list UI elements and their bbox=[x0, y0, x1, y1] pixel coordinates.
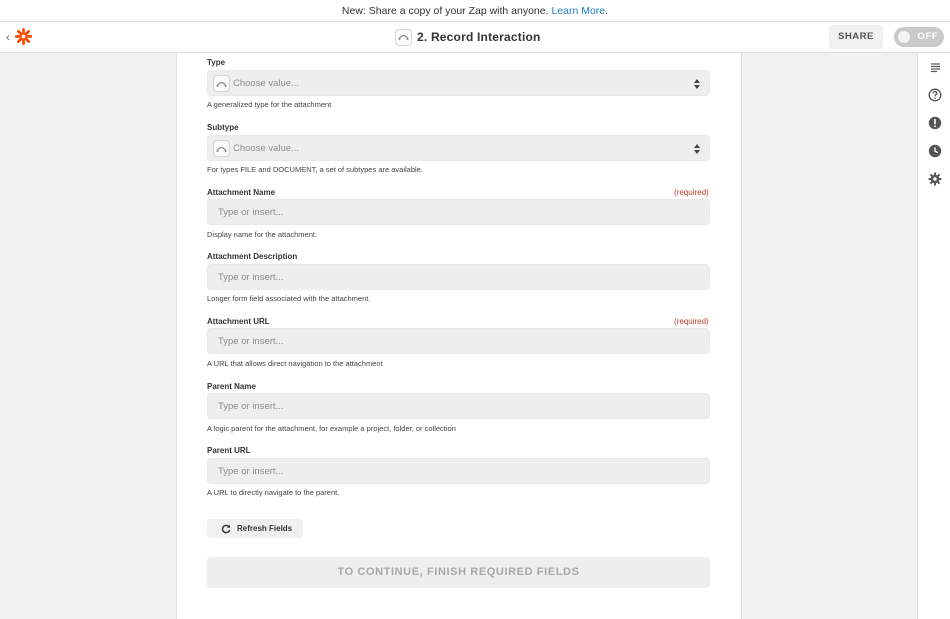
field-label-attachment-description: Attachment Description bbox=[207, 252, 298, 261]
editor-header: ‹ 2. Record Interaction SHARE OFF bbox=[0, 22, 950, 53]
share-button[interactable]: SHARE bbox=[829, 25, 883, 49]
notes-icon[interactable] bbox=[925, 57, 945, 77]
announcement-banner: New: Share a copy of your Zap with anyon… bbox=[0, 0, 950, 22]
app-icon bbox=[213, 140, 230, 157]
type-select-placeholder: Choose value... bbox=[233, 78, 300, 89]
type-select[interactable]: Choose value... bbox=[207, 70, 710, 96]
step-title-group: 2. Record Interaction bbox=[395, 27, 541, 47]
field-label-parent-url: Parent URL bbox=[207, 446, 251, 455]
field-help-type: A generalized type for the attachment bbox=[207, 100, 332, 109]
back-chevron-icon[interactable]: ‹ bbox=[6, 30, 10, 44]
zapier-logo[interactable] bbox=[15, 28, 32, 45]
banner-text: New: Share a copy of your Zap with anyon… bbox=[341, 5, 552, 17]
field-help-parent-url: A URL to directly navigate to the parent… bbox=[207, 488, 340, 497]
alert-icon[interactable] bbox=[925, 113, 945, 133]
zap-on-off-toggle[interactable]: OFF bbox=[894, 27, 944, 47]
step-title[interactable]: 2. Record Interaction bbox=[417, 30, 541, 44]
app-icon bbox=[213, 75, 230, 92]
attachment-name-input[interactable]: Type or insert... bbox=[207, 199, 710, 225]
attachment-description-input[interactable]: Type or insert... bbox=[207, 264, 710, 290]
field-label-subtype: Subtype bbox=[207, 123, 239, 132]
right-sidebar-rail bbox=[917, 53, 950, 619]
select-arrows-icon bbox=[694, 144, 700, 154]
continue-button[interactable]: TO CONTINUE, FINISH REQUIRED FIELDS bbox=[207, 557, 710, 588]
field-label-parent-name: Parent Name bbox=[207, 382, 256, 391]
select-arrows-icon bbox=[694, 79, 700, 89]
field-help-attachment-name: Display name for the attachment. bbox=[207, 230, 318, 239]
field-help-parent-name: A logic parent for the attachment, for e… bbox=[207, 424, 456, 433]
app-icon bbox=[395, 28, 412, 46]
field-label-type: Type bbox=[207, 58, 226, 67]
subtype-select-placeholder: Choose value... bbox=[233, 143, 300, 154]
parent-url-input[interactable]: Type or insert... bbox=[207, 458, 710, 484]
field-help-attachment-description: Longer form field associated with the at… bbox=[207, 294, 371, 303]
history-icon[interactable] bbox=[925, 141, 945, 161]
subtype-select[interactable]: Choose value... bbox=[207, 135, 710, 161]
toggle-label: OFF bbox=[917, 31, 938, 42]
field-help-subtype: For types FILE and DOCUMENT, a set of su… bbox=[207, 165, 423, 174]
field-label-attachment-url: Attachment URL bbox=[207, 317, 270, 326]
parent-name-input[interactable]: Type or insert... bbox=[207, 393, 710, 419]
toggle-knob bbox=[898, 31, 910, 43]
refresh-fields-button[interactable]: Refresh Fields bbox=[207, 519, 303, 538]
settings-icon[interactable] bbox=[925, 169, 945, 189]
field-label-attachment-name: Attachment Name bbox=[207, 188, 276, 197]
banner-suffix: . bbox=[605, 5, 609, 17]
attachment-url-input[interactable]: Type or insert... bbox=[207, 328, 710, 354]
learn-more-link[interactable]: Learn More bbox=[551, 5, 605, 17]
required-badge: (required) bbox=[674, 317, 709, 326]
refresh-icon bbox=[221, 524, 231, 534]
refresh-fields-label: Refresh Fields bbox=[237, 524, 293, 533]
required-badge: (required) bbox=[674, 188, 709, 197]
field-help-attachment-url: A URL that allows direct navigation to t… bbox=[207, 359, 383, 368]
help-icon[interactable] bbox=[925, 85, 945, 105]
